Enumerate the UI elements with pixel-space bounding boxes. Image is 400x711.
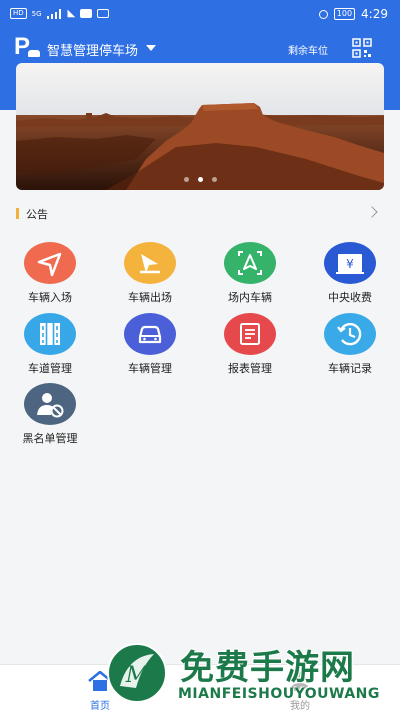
menu-label: 黑名单管理 <box>22 432 78 445</box>
chevron-right-icon[interactable] <box>366 206 378 218</box>
battery-indicator: 100 <box>333 8 356 20</box>
watermark-subtitle: MIANFEISHOUYOUWANG <box>178 686 380 702</box>
app-notification-icon <box>80 9 93 18</box>
dropdown-caret-icon[interactable] <box>146 45 156 51</box>
menu-item-vehicle-management[interactable]: 车辆管理 <box>100 310 200 378</box>
vehicle-management-icon <box>124 313 176 355</box>
svg-text:¥: ¥ <box>346 257 354 271</box>
announcement-accent <box>16 208 19 219</box>
menu-label: 车辆出场 <box>128 291 172 304</box>
menu-item-car-entry[interactable]: 车辆入场 <box>0 239 100 307</box>
menu-label: 车辆管理 <box>128 362 172 375</box>
menu-item-blacklist[interactable]: 黑名单管理 <box>0 380 100 448</box>
menu-label: 车辆记录 <box>328 362 372 375</box>
signal-icon <box>46 8 63 19</box>
watermark-logo-icon: M <box>107 643 167 703</box>
status-left: HD 5G ◣ <box>10 8 110 19</box>
menu-item-car-exit[interactable]: 车辆出场 <box>100 239 200 307</box>
menu-item-in-lot-vehicles[interactable]: 场内车辆 <box>200 239 300 307</box>
alarm-icon <box>318 9 328 19</box>
menu-item-report-management[interactable]: 报表管理 <box>200 310 300 378</box>
svg-text:M: M <box>125 663 149 688</box>
announcement-label: 公告 <box>26 208 48 221</box>
menu-item-central-payment[interactable]: ¥ 中央收费 <box>300 239 400 307</box>
clock: 4:29 <box>361 7 388 21</box>
menu-label: 场内车辆 <box>228 291 272 304</box>
qr-scan-icon[interactable] <box>352 38 372 58</box>
banner-image <box>16 63 384 190</box>
car-exit-icon <box>124 242 176 284</box>
announcement-row[interactable]: 公告 <box>16 205 384 221</box>
menu-label: 报表管理 <box>228 362 272 375</box>
wifi-icon: ◣ <box>67 8 76 19</box>
carousel-dot[interactable] <box>183 177 189 182</box>
menu-label: 车辆入场 <box>28 291 72 304</box>
central-payment-icon: ¥ <box>324 242 376 284</box>
menu-label: 中央收费 <box>328 291 372 304</box>
lane-management-icon <box>24 313 76 355</box>
menu-item-vehicle-record[interactable]: 车辆记录 <box>300 310 400 378</box>
banner-carousel[interactable] <box>16 63 384 190</box>
menu-item-lane-management[interactable]: 车道管理 <box>0 310 100 378</box>
menu-label: 车道管理 <box>28 362 72 375</box>
carousel-indicators <box>16 177 384 182</box>
watermark-title: 免费手游网 <box>180 648 355 688</box>
watermark: M 免费手游网 MIANFEISHOUYOUWANG <box>100 636 400 711</box>
carousel-dot[interactable] <box>211 177 217 182</box>
car-entry-icon <box>24 242 76 284</box>
hd-indicator: HD <box>10 8 27 19</box>
status-bar: HD 5G ◣ 100 4:29 <box>0 0 400 30</box>
carousel-dot-active[interactable] <box>197 177 203 182</box>
status-right: 100 4:29 <box>318 7 388 21</box>
parking-lot-selector[interactable]: 智慧管理停车场 <box>47 40 138 59</box>
network-type: 5G <box>31 9 42 18</box>
remaining-spaces-label[interactable]: 剩余车位 <box>288 42 328 57</box>
report-management-icon <box>224 313 276 355</box>
blacklist-icon <box>24 383 76 425</box>
image-notification-icon <box>97 9 110 18</box>
car-logo-icon <box>28 50 40 57</box>
vehicle-record-icon <box>324 313 376 355</box>
in-lot-vehicles-icon <box>224 242 276 284</box>
